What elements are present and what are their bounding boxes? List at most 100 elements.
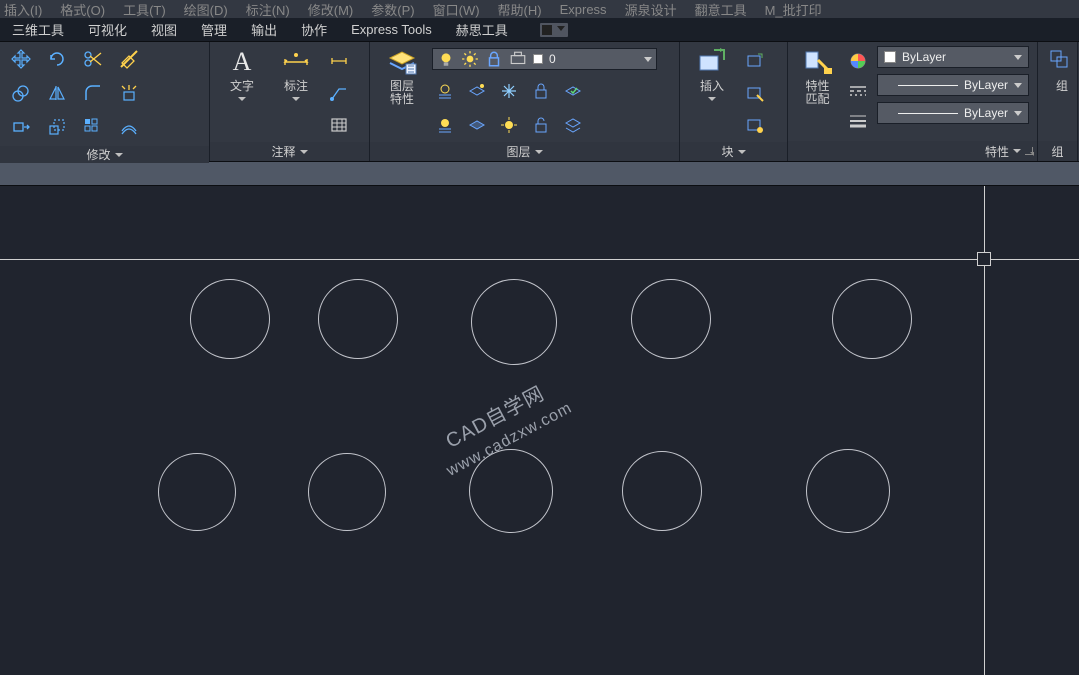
circle-entity[interactable] xyxy=(308,453,386,531)
lock-icon xyxy=(485,50,503,68)
panel-properties-title: 特性 xyxy=(985,143,1009,160)
circle-entity[interactable] xyxy=(158,453,236,531)
lineweight-icon[interactable] xyxy=(845,108,871,134)
explode-button[interactable] xyxy=(116,80,142,106)
fillet-button[interactable] xyxy=(80,80,106,106)
layer-lock-button[interactable] xyxy=(528,78,554,104)
quick-access-strip xyxy=(0,162,1079,186)
layer-unlock-button[interactable] xyxy=(528,112,554,138)
layer-thaw-button[interactable] xyxy=(496,112,522,138)
layer-uniso-button[interactable] xyxy=(464,112,490,138)
menu-tools[interactable]: 工具(T) xyxy=(123,0,166,18)
scale-button[interactable] xyxy=(44,114,70,140)
tab-output[interactable]: 输出 xyxy=(251,20,277,39)
panel-modify: 修改 xyxy=(0,42,210,161)
edit-attributes-button[interactable] xyxy=(742,112,768,138)
layer-freeze-button[interactable] xyxy=(496,78,522,104)
circle-entity[interactable] xyxy=(832,279,912,359)
linetype-combo[interactable]: ByLayer xyxy=(877,74,1029,96)
tab-visualize[interactable]: 可视化 xyxy=(88,20,127,39)
tab-3dtools[interactable]: 三维工具 xyxy=(12,20,64,39)
circle-entity[interactable] xyxy=(469,449,553,533)
panel-group-title: 组 xyxy=(1051,143,1063,160)
group-button[interactable]: 组 xyxy=(1046,46,1078,93)
dimension-label: 标注 xyxy=(284,80,308,93)
dialog-launcher-icon[interactable] xyxy=(1025,147,1033,155)
match-properties-button[interactable]: 特性 匹配 xyxy=(796,46,839,106)
stretch-button[interactable] xyxy=(8,114,34,140)
caret-down-icon[interactable] xyxy=(738,150,746,154)
caret-down-icon[interactable] xyxy=(1013,149,1021,153)
circle-entity[interactable] xyxy=(806,449,890,533)
plot-icon xyxy=(509,50,527,68)
drawing-canvas[interactable]: CAD自学网 www.cadzxw.com xyxy=(0,186,1079,675)
circle-entity[interactable] xyxy=(190,279,270,359)
create-block-button[interactable] xyxy=(742,48,768,74)
menu-fanyi[interactable]: 翻意工具 xyxy=(695,0,747,18)
panel-layers: 图层 特性 0 xyxy=(370,42,680,161)
layer-combo[interactable]: 0 xyxy=(432,48,657,70)
layer-iso-button[interactable] xyxy=(464,78,490,104)
menu-dimension[interactable]: 标注(N) xyxy=(246,0,290,18)
dimension-button[interactable]: 标注 xyxy=(272,46,320,101)
menu-parametric[interactable]: 参数(P) xyxy=(371,0,414,18)
caret-down-icon[interactable] xyxy=(535,150,543,154)
chevron-down-icon xyxy=(1014,111,1022,116)
move-button[interactable] xyxy=(8,46,34,72)
offset-button[interactable] xyxy=(116,114,142,140)
color-value: ByLayer xyxy=(902,50,1008,64)
circle-entity[interactable] xyxy=(471,279,557,365)
color-wheel-icon[interactable] xyxy=(845,48,871,74)
circle-entity[interactable] xyxy=(318,279,398,359)
color-combo[interactable]: ByLayer xyxy=(877,46,1029,68)
panel-properties: 特性 匹配 ByLayer ByLayer xyxy=(788,42,1038,161)
insert-label: 插入 xyxy=(700,80,724,93)
layer-off-button[interactable] xyxy=(432,78,458,104)
erase-button[interactable] xyxy=(116,46,142,72)
layer-on-button[interactable] xyxy=(432,112,458,138)
menu-yuanquan[interactable]: 源泉设计 xyxy=(625,0,677,18)
tab-express-tools[interactable]: Express Tools xyxy=(351,22,432,37)
lineweight-combo[interactable]: ByLayer xyxy=(877,102,1029,124)
array-button[interactable] xyxy=(80,114,106,140)
ribbon-minimize-toggle[interactable] xyxy=(540,23,568,37)
menu-draw[interactable]: 绘图(D) xyxy=(184,0,228,18)
layer-properties-button[interactable]: 图层 特性 xyxy=(378,46,426,106)
lineweight-value: ByLayer xyxy=(964,106,1008,120)
circle-entity[interactable] xyxy=(631,279,711,359)
layer-properties-label: 图层 特性 xyxy=(390,80,414,106)
caret-down-icon[interactable] xyxy=(300,150,308,154)
insert-block-button[interactable]: 插入 xyxy=(688,46,736,101)
layer-make-current-button[interactable] xyxy=(560,78,586,104)
circle-entity[interactable] xyxy=(622,451,702,531)
menu-insert[interactable]: 插入(I) xyxy=(4,0,42,18)
edit-block-button[interactable] xyxy=(742,80,768,106)
mirror-button[interactable] xyxy=(44,80,70,106)
table-button[interactable] xyxy=(326,112,352,138)
panel-modify-title: 修改 xyxy=(86,146,110,163)
rotate-button[interactable] xyxy=(44,46,70,72)
text-button[interactable]: A 文字 xyxy=(218,46,266,101)
copy-button[interactable] xyxy=(8,80,34,106)
caret-down-icon xyxy=(708,97,716,101)
menu-batch-print[interactable]: M_批打印 xyxy=(765,0,822,18)
layer-match-button[interactable] xyxy=(560,112,586,138)
menu-help[interactable]: 帮助(H) xyxy=(498,0,542,18)
sun-icon xyxy=(461,50,479,68)
panel-annotate: A 文字 标注 注释 xyxy=(210,42,370,161)
pickbox-cursor xyxy=(977,252,991,266)
tab-manage[interactable]: 管理 xyxy=(201,20,227,39)
panel-blocks-title: 块 xyxy=(721,143,733,160)
menu-window[interactable]: 窗口(W) xyxy=(433,0,480,18)
linear-dim-button[interactable] xyxy=(326,48,352,74)
tab-collaborate[interactable]: 协作 xyxy=(301,20,327,39)
menu-express[interactable]: Express xyxy=(560,2,607,17)
caret-down-icon[interactable] xyxy=(115,153,123,157)
menu-modify[interactable]: 修改(M) xyxy=(308,0,354,18)
linetype-icon[interactable] xyxy=(845,78,871,104)
menu-format[interactable]: 格式(O) xyxy=(60,0,105,18)
tab-hesi[interactable]: 赫思工具 xyxy=(456,20,508,39)
tab-view[interactable]: 视图 xyxy=(151,20,177,39)
leader-button[interactable] xyxy=(326,80,352,106)
trim-button[interactable] xyxy=(80,46,106,72)
